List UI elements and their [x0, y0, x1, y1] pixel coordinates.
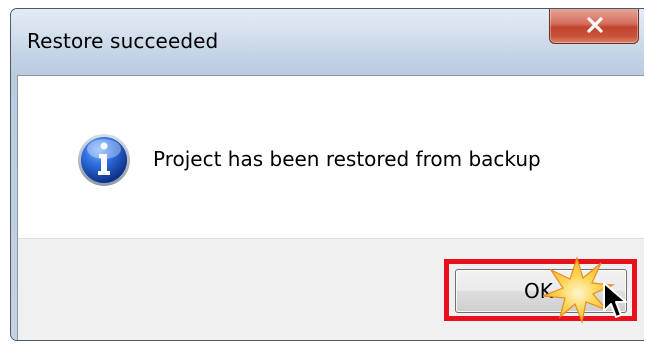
message-text: Project has been restored from backup	[153, 147, 541, 171]
close-button[interactable]	[549, 9, 639, 44]
close-icon	[587, 17, 603, 33]
message-panel: Project has been restored from backup	[18, 76, 644, 238]
dialog-content: Project has been restored from backup OK	[17, 75, 644, 340]
dialog-window: Restore succeeded Project has been resto…	[10, 8, 644, 341]
button-panel: OK	[18, 238, 644, 340]
ok-button-label: OK	[524, 279, 553, 303]
ok-button[interactable]: OK	[455, 269, 627, 313]
info-icon	[78, 134, 130, 186]
title-bar[interactable]: Restore succeeded	[11, 9, 644, 75]
window-title: Restore succeeded	[27, 29, 219, 53]
